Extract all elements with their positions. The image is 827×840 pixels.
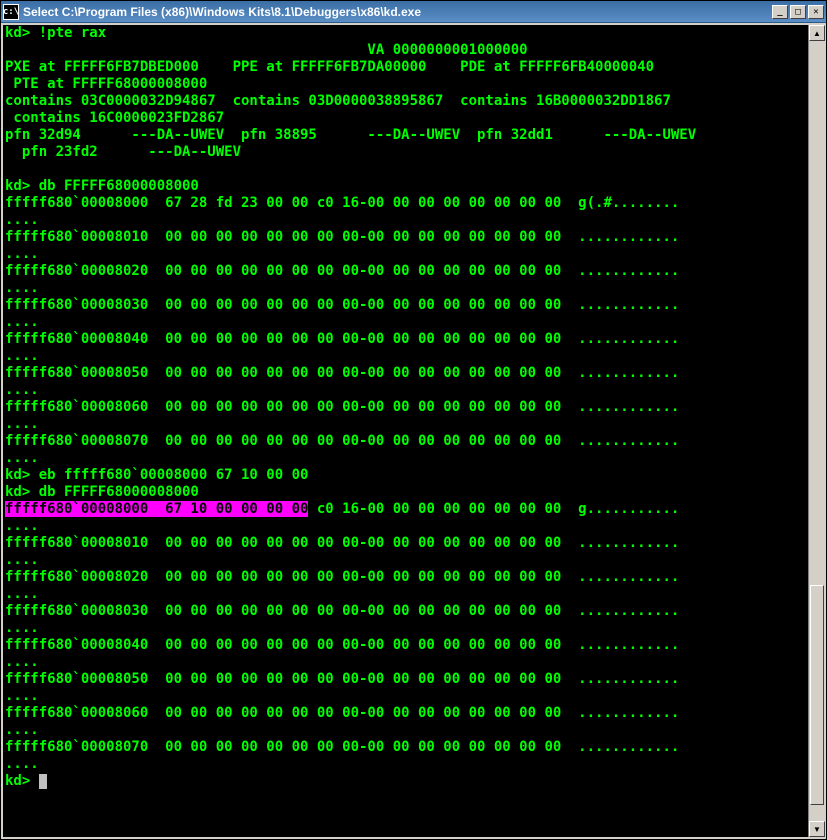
output-line: fffff680`00008040 00 00 00 00 00 00 00 0… xyxy=(5,331,679,347)
title-bar[interactable]: c:\ Select C:\Program Files (x86)\Window… xyxy=(1,1,826,23)
cursor xyxy=(39,774,47,789)
output-line: kd> eb fffff680`00008000 67 10 00 00 xyxy=(5,467,308,483)
output-line: .... xyxy=(5,382,39,398)
output-line: .... xyxy=(5,620,39,636)
output-line: PTE at FFFFF68000008000 xyxy=(5,76,207,92)
output-line: .... xyxy=(5,552,39,568)
scroll-thumb[interactable] xyxy=(810,585,824,805)
output-line: fffff680`00008050 00 00 00 00 00 00 00 0… xyxy=(5,671,679,687)
window-buttons: _ □ ✕ xyxy=(772,5,824,19)
output-line: pfn 23fd2 ---DA--UWEV xyxy=(5,144,241,160)
window-title: Select C:\Program Files (x86)\Windows Ki… xyxy=(23,5,772,19)
scroll-down-button[interactable]: ▼ xyxy=(809,821,825,837)
output-line: c0 16-00 00 00 00 00 00 00 00 g.........… xyxy=(308,501,679,517)
output-line: .... xyxy=(5,348,39,364)
maximize-button[interactable]: □ xyxy=(790,5,806,19)
output-line: fffff680`00008030 00 00 00 00 00 00 00 0… xyxy=(5,603,679,619)
output-line: fffff680`00008000 67 28 fd 23 00 00 c0 1… xyxy=(5,195,679,211)
output-line: .... xyxy=(5,212,39,228)
output-line: .... xyxy=(5,314,39,330)
output-line: fffff680`00008070 00 00 00 00 00 00 00 0… xyxy=(5,433,679,449)
output-line: fffff680`00008050 00 00 00 00 00 00 00 0… xyxy=(5,365,679,381)
output-line: .... xyxy=(5,654,39,670)
output-line: PXE at FFFFF6FB7DBED000 PPE at FFFFF6FB7… xyxy=(5,59,654,75)
terminal-output[interactable]: kd> !pte rax VA 0000000001000000 PXE at … xyxy=(3,25,808,837)
output-line: kd> !pte rax xyxy=(5,25,106,41)
close-button[interactable]: ✕ xyxy=(808,5,824,19)
output-line: contains 16C0000023FD2867 xyxy=(5,110,224,126)
vertical-scrollbar[interactable]: ▲ ▼ xyxy=(808,25,824,837)
output-line: .... xyxy=(5,756,39,772)
minimize-button[interactable]: _ xyxy=(772,5,788,19)
output-line: fffff680`00008010 00 00 00 00 00 00 00 0… xyxy=(5,535,679,551)
output-line: fffff680`00008010 00 00 00 00 00 00 00 0… xyxy=(5,229,679,245)
console-window: c:\ Select C:\Program Files (x86)\Window… xyxy=(0,0,827,840)
output-line: .... xyxy=(5,450,39,466)
output-line: fffff680`00008060 00 00 00 00 00 00 00 0… xyxy=(5,399,679,415)
output-line: VA 0000000001000000 xyxy=(5,42,528,58)
output-line: kd> db FFFFF68000008000 xyxy=(5,484,199,500)
output-line: fffff680`00008020 00 00 00 00 00 00 00 0… xyxy=(5,263,679,279)
prompt-line[interactable]: kd> xyxy=(5,773,39,789)
output-line: .... xyxy=(5,518,39,534)
output-line: .... xyxy=(5,280,39,296)
output-line: fffff680`00008060 00 00 00 00 00 00 00 0… xyxy=(5,705,679,721)
output-line: .... xyxy=(5,586,39,602)
output-line: .... xyxy=(5,722,39,738)
output-line: pfn 32d94 ---DA--UWEV pfn 38895 ---DA--U… xyxy=(5,127,696,143)
output-line: fffff680`00008020 00 00 00 00 00 00 00 0… xyxy=(5,569,679,585)
output-line: fffff680`00008070 00 00 00 00 00 00 00 0… xyxy=(5,739,679,755)
client-area: kd> !pte rax VA 0000000001000000 PXE at … xyxy=(1,23,826,839)
output-line: fffff680`00008040 00 00 00 00 00 00 00 0… xyxy=(5,637,679,653)
output-line: .... xyxy=(5,688,39,704)
highlighted-selection: fffff680`00008000 67 10 00 00 00 00 xyxy=(5,501,308,517)
output-line: .... xyxy=(5,246,39,262)
output-line: fffff680`00008030 00 00 00 00 00 00 00 0… xyxy=(5,297,679,313)
scroll-up-button[interactable]: ▲ xyxy=(809,25,825,41)
output-line: contains 03C0000032D94867 contains 03D00… xyxy=(5,93,671,109)
app-icon: c:\ xyxy=(3,4,19,20)
output-line: kd> db FFFFF68000008000 xyxy=(5,178,199,194)
output-line: .... xyxy=(5,416,39,432)
